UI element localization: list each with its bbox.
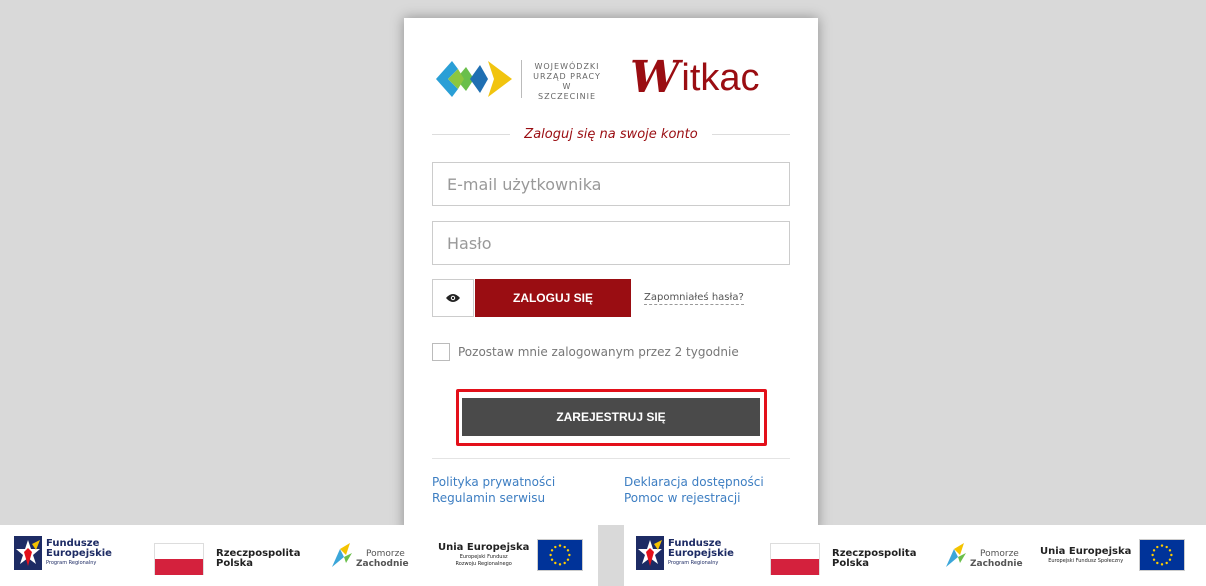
logos-header: WOJEWÓDZKI URZĄD PRACY W SZCZECINIE W it… (434, 48, 794, 108)
pz-line-1: Pomorze (366, 549, 405, 559)
polish-flag-icon (770, 543, 820, 575)
fe-star-icon (636, 536, 664, 570)
pl-line-2: Polska (832, 558, 869, 569)
pz-line-2: Zachodnie (970, 559, 1023, 569)
wup-divider (521, 60, 522, 98)
pl-line-2: Polska (216, 558, 253, 569)
fe-line-3: Program Regionalny (46, 560, 97, 566)
fe-star-icon (14, 536, 42, 570)
fe-line-2: Europejskie (46, 548, 112, 559)
remember-me-checkbox[interactable] (432, 343, 450, 361)
fundusze-europejskie-logo-2: Fundusze Europejskie Program Regionalny (636, 536, 734, 570)
eu-funding-footer: Fundusze Europejskie Program Regionalny … (0, 525, 1206, 586)
fe-line-2: Europejskie (668, 548, 734, 559)
registration-help-link[interactable]: Pomoc w rejestracji (624, 490, 741, 506)
ue-line-1: Unia Europejska (438, 542, 530, 553)
wup-line-3: W SZCZECINIE (537, 82, 597, 101)
password-input[interactable] (432, 221, 790, 265)
unia-europejska-logo: Unia Europejska Europejski Fundusz Rozwo… (438, 539, 584, 571)
pomorze-zachodnie-logo-2: Pomorze Zachodnie (944, 541, 1023, 569)
login-button[interactable]: ZALOGUJ SIĘ (475, 279, 631, 317)
ue-line-2: Europejski Fundusz Społeczny (1048, 557, 1124, 564)
login-card: WOJEWÓDZKI URZĄD PRACY W SZCZECINIE W it… (404, 18, 818, 533)
ue-line-1: Unia Europejska (1040, 545, 1132, 557)
heading-line-left (432, 133, 511, 135)
login-heading: Zaloguj się na swoje konto (524, 126, 698, 142)
ue-line-2: Europejski Fundusz (459, 554, 508, 560)
rzeczpospolita-polska-logo: Rzeczpospolita Polska (154, 543, 300, 575)
fundusze-europejskie-logo: Fundusze Europejskie Program Regionalny (14, 536, 112, 570)
show-password-button[interactable] (432, 279, 474, 317)
eu-flag-icon (1139, 539, 1186, 571)
wup-name: WOJEWÓDZKI URZĄD PRACY W SZCZECINIE (532, 62, 602, 102)
unia-europejska-logo-2: Unia Europejska Europejski Fundusz Społe… (1040, 539, 1186, 571)
wup-line-2: URZĄD PRACY (533, 72, 601, 81)
footer-gap (598, 525, 624, 586)
privacy-policy-link[interactable]: Polityka prywatności (432, 474, 555, 490)
pomorze-bird-icon (332, 543, 352, 567)
eu-flag-icon (537, 539, 584, 571)
heading-line-right (711, 133, 790, 135)
register-button[interactable]: ZAREJESTRUJ SIĘ (462, 398, 760, 436)
pomorze-zachodnie-logo: Pomorze Zachodnie (330, 541, 409, 569)
accessibility-link[interactable]: Deklaracja dostępności (624, 474, 764, 490)
witkac-logo-text: itkac (681, 57, 760, 99)
links-divider (432, 458, 790, 459)
email-input[interactable] (432, 162, 790, 206)
ue-line-3: Rozwoju Regionalnego (455, 561, 512, 567)
wup-line-1: WOJEWÓDZKI (534, 62, 600, 71)
witkac-logo-w: W (630, 52, 680, 103)
wup-logo-icon (436, 61, 512, 97)
login-heading-row: Zaloguj się na swoje konto (432, 124, 790, 144)
terms-link[interactable]: Regulamin serwisu (432, 490, 545, 506)
eye-icon (446, 294, 460, 302)
pz-line-2: Zachodnie (356, 559, 409, 569)
remember-me-label[interactable]: Pozostaw mnie zalogowanym przez 2 tygodn… (458, 345, 739, 359)
fe-line-3: Program Regionalny (668, 560, 719, 566)
rzeczpospolita-polska-logo-2: Rzeczpospolita Polska (770, 543, 916, 575)
polish-flag-icon (154, 543, 204, 575)
forgot-password-link[interactable]: Zapomniałeś hasła? (644, 292, 744, 305)
witkac-logo: W itkac (630, 48, 760, 108)
pz-line-1: Pomorze (980, 549, 1019, 559)
pomorze-bird-icon (946, 543, 966, 567)
